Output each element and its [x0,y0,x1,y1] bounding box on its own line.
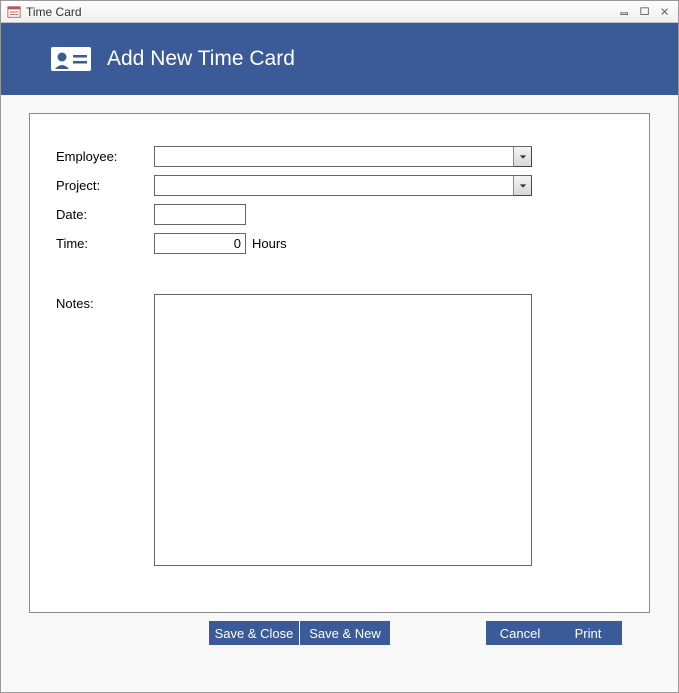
action-bar: Save & Close Save & New Cancel Print [1,613,678,645]
date-field[interactable] [154,204,246,225]
form-icon [7,5,21,19]
id-card-icon [51,45,91,73]
notes-label: Notes: [56,294,154,311]
notes-field[interactable] [154,294,532,566]
save-new-button[interactable]: Save & New [300,621,390,645]
chevron-down-icon[interactable] [513,176,531,195]
banner: Add New Time Card [1,23,678,95]
form-panel: Employee: Project: Date: [29,113,650,613]
time-field[interactable]: 0 [154,233,246,254]
time-label: Time: [56,236,154,251]
date-label: Date: [56,207,154,222]
close-icon[interactable] [658,6,672,18]
time-value: 0 [234,236,241,251]
cancel-button[interactable]: Cancel [486,621,554,645]
employee-label: Employee: [56,149,154,164]
time-unit-label: Hours [252,236,287,251]
chevron-down-icon[interactable] [513,147,531,166]
maximize-icon[interactable] [638,6,652,18]
print-button[interactable]: Print [554,621,622,645]
project-combo[interactable] [154,175,532,196]
minimize-icon[interactable] [618,6,632,18]
page-title: Add New Time Card [107,47,295,71]
save-close-button[interactable]: Save & Close [209,621,299,645]
title-bar: Time Card [1,1,678,23]
employee-combo[interactable] [154,146,532,167]
window-title: Time Card [26,5,82,19]
project-label: Project: [56,178,154,193]
